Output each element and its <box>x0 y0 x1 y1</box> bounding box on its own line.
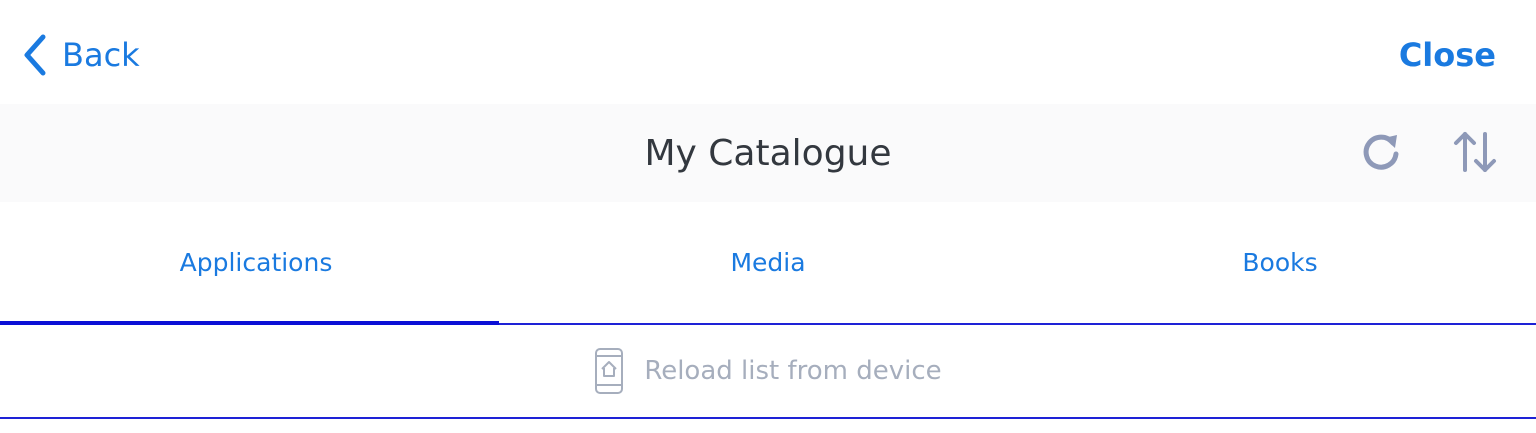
reload-list-label: Reload list from device <box>644 356 942 386</box>
device-home-icon <box>595 348 624 394</box>
reload-list-button[interactable]: Reload list from device <box>0 325 1536 417</box>
list-divider <box>0 417 1536 419</box>
tab-books[interactable]: Books <box>1024 200 1536 325</box>
tab-bar: Applications Media Books <box>0 202 1536 325</box>
navigation-bar: Back Close <box>0 0 1536 104</box>
chevron-left-icon <box>24 34 46 76</box>
close-button[interactable]: Close <box>1399 30 1496 80</box>
refresh-icon[interactable] <box>1360 130 1404 174</box>
title-bar: My Catalogue <box>0 104 1536 202</box>
back-button[interactable]: Back <box>22 30 140 80</box>
tab-applications[interactable]: Applications <box>0 200 512 325</box>
page-title: My Catalogue <box>644 132 892 174</box>
back-label: Back <box>62 36 140 74</box>
tab-media[interactable]: Media <box>512 200 1024 325</box>
sort-icon[interactable] <box>1452 128 1498 176</box>
